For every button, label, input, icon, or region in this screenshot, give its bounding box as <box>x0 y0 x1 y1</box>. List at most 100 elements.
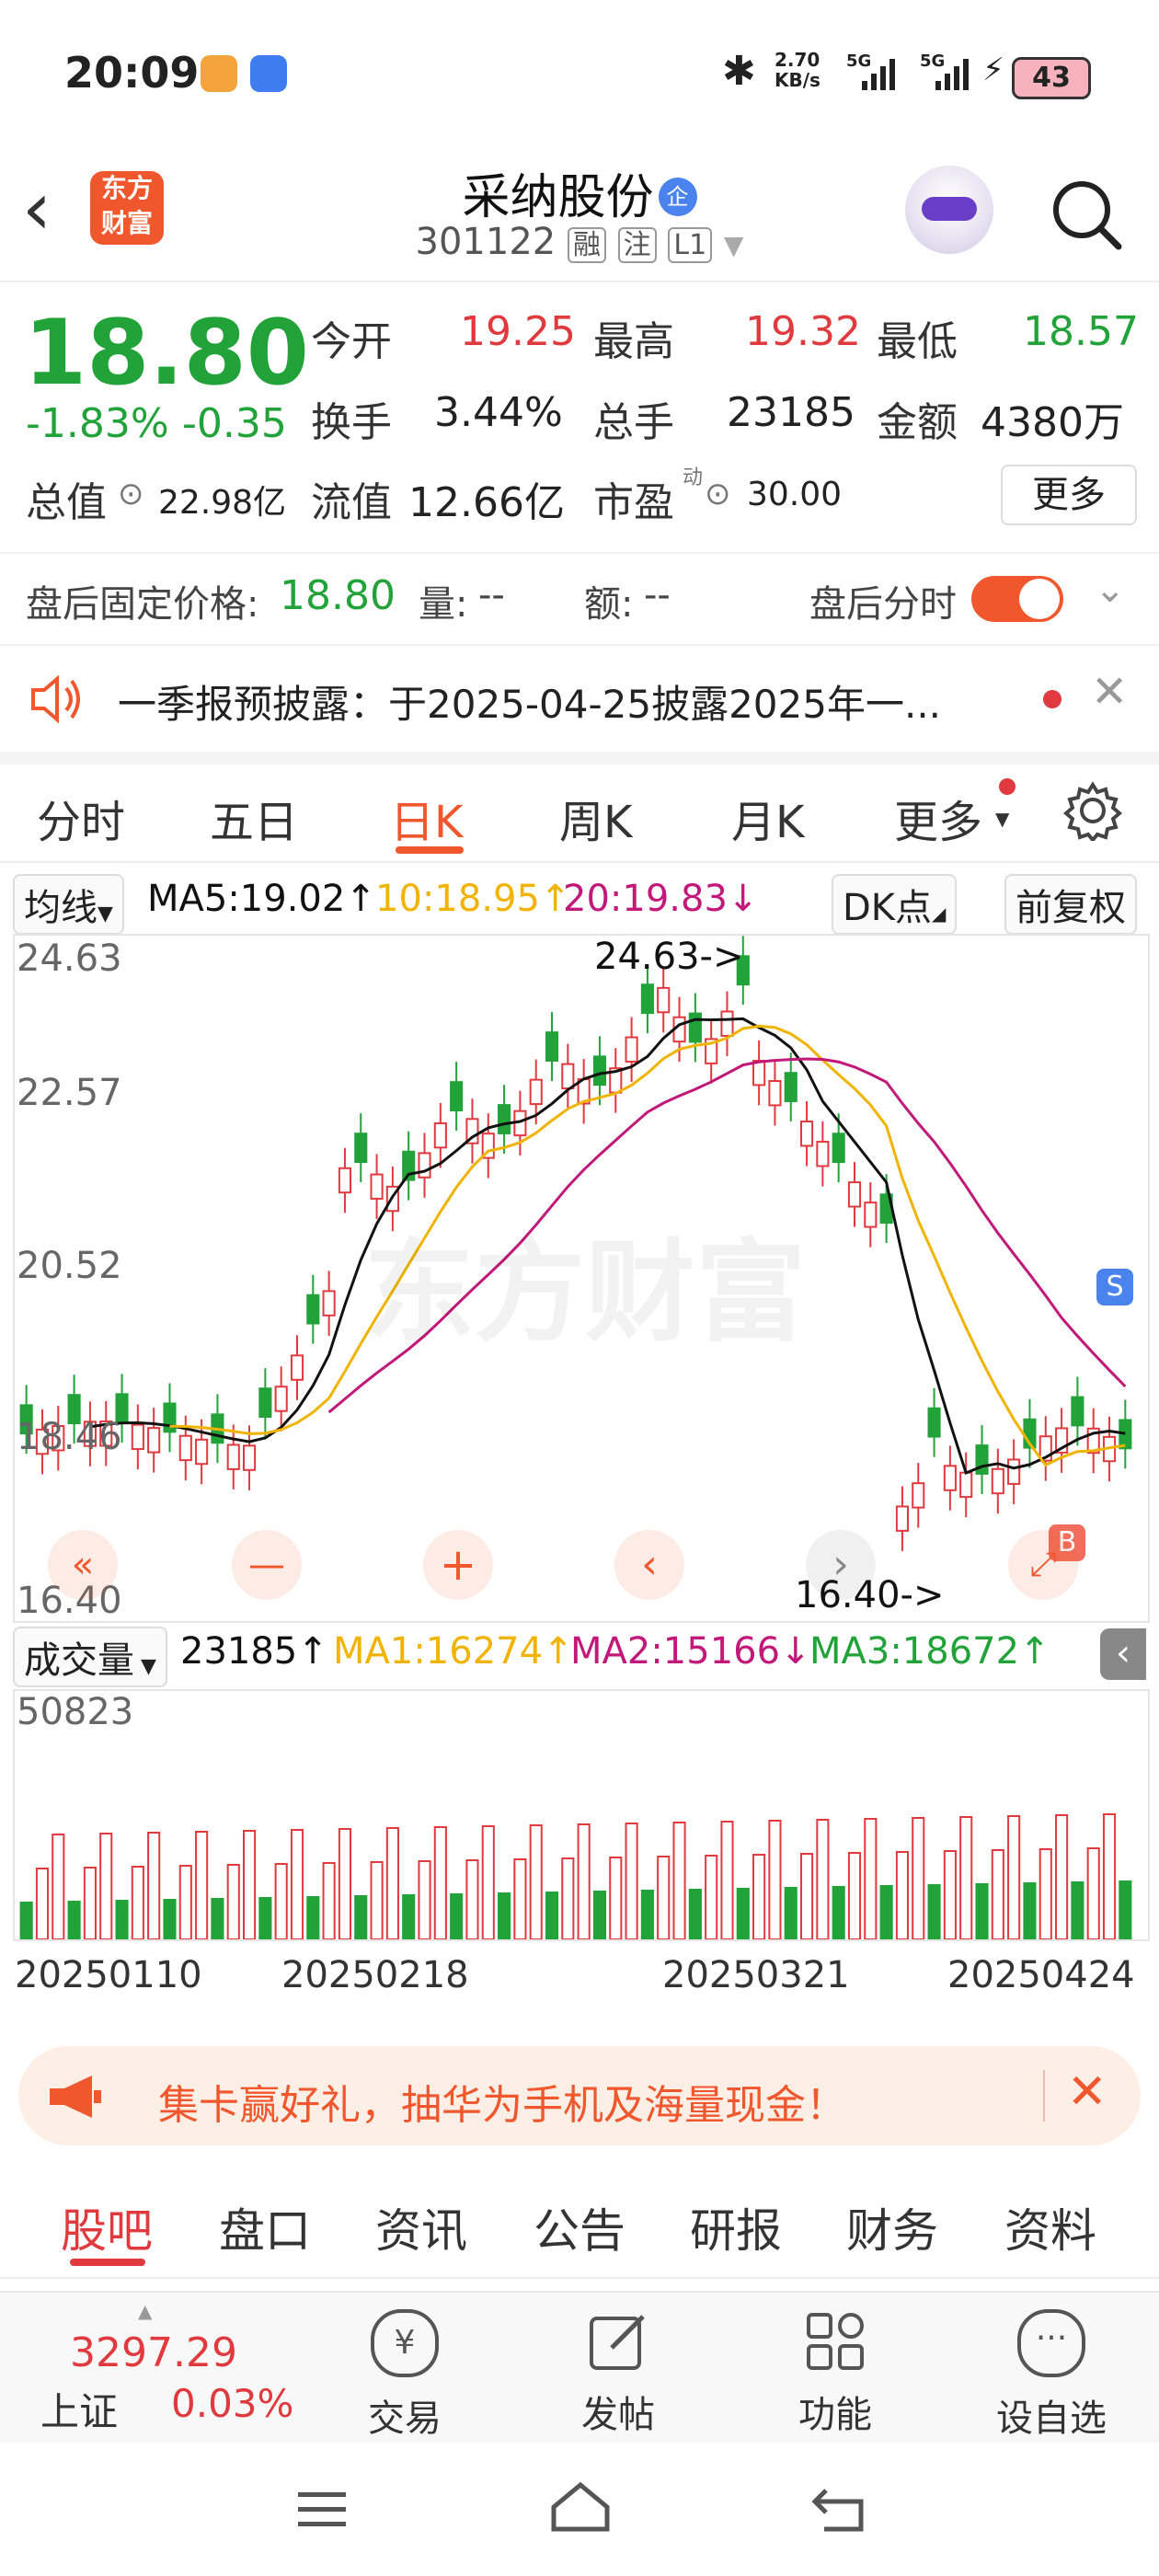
more-button[interactable]: 更多 <box>1001 465 1137 525</box>
tab-five-day[interactable]: 五日 <box>210 786 298 850</box>
y-label-2: 22.57 <box>17 1072 122 1114</box>
volume-bar <box>832 1886 845 1939</box>
tab-weekly-k[interactable]: 周K <box>559 786 632 850</box>
signal-app-icon <box>250 55 287 92</box>
change-amount: -0.35 <box>182 400 287 447</box>
date-label-4: 20250424 <box>947 1954 1135 1996</box>
volume-bar <box>1007 1815 1021 1939</box>
volume-bar <box>864 1818 878 1939</box>
volume-bar <box>226 1864 240 1939</box>
sell-signal-badge[interactable]: S <box>1096 1269 1133 1305</box>
indicator-selector[interactable]: 成交量 ▼ <box>13 1627 167 1687</box>
tab-announcements[interactable]: 公告 <box>534 2194 625 2260</box>
volume-bar <box>991 1849 1004 1939</box>
tab-forum[interactable]: 股吧 <box>61 2194 153 2260</box>
date-label-1: 20250110 <box>15 1954 202 1996</box>
content-sections: 股吧 盘口 资讯 公告 研报 财务 资料 <box>0 2167 1159 2279</box>
volume-bar <box>672 1822 686 1939</box>
candle-body <box>290 1354 304 1381</box>
post-button[interactable]: 发帖 <box>563 2309 673 2438</box>
tab-daily-k[interactable]: 日K <box>390 786 463 850</box>
fullscreen-button[interactable]: ⤢ <box>1008 1530 1078 1600</box>
watermark: 东方财富 <box>364 1229 806 1357</box>
chevron-down-icon[interactable]: ▼ <box>724 230 744 260</box>
notice-bar[interactable]: 一季报预披露：于2025-04-25披露2025年一... ✕ <box>0 644 1159 765</box>
pe-info-icon[interactable]: ⊙ <box>705 476 731 512</box>
after-hours-amt-label: 额: <box>584 583 634 626</box>
candle-body <box>752 1059 766 1087</box>
tab-research[interactable]: 研报 <box>690 2194 782 2260</box>
zoom-out-far-button[interactable]: « <box>48 1530 118 1600</box>
change-percent: -1.83% <box>26 400 169 447</box>
after-hours-toggle-label: 盘后分时 <box>809 583 957 626</box>
back-nav-icon[interactable] <box>809 2483 868 2535</box>
menu-icon[interactable] <box>294 2487 350 2533</box>
after-hours-toggle[interactable] <box>971 576 1063 622</box>
search-icon[interactable] <box>1047 175 1126 254</box>
candle-body <box>943 1465 957 1491</box>
volume-bar <box>784 1887 798 1939</box>
index-change: 0.03% <box>171 2381 294 2426</box>
home-icon[interactable] <box>548 2479 613 2535</box>
chevron-down-icon[interactable]: ⌄ <box>1095 569 1126 611</box>
volume-bar <box>1102 1813 1117 1939</box>
zoom-out-button[interactable]: — <box>232 1530 302 1600</box>
volume-bar <box>83 1867 97 1939</box>
add-watchlist-button[interactable]: ··· 设自选 <box>982 2309 1120 2440</box>
candle-body <box>1071 1396 1084 1427</box>
gear-icon[interactable] <box>1062 780 1123 841</box>
candle-body <box>832 1133 845 1164</box>
quote-panel: 18.80 -1.83% -0.35 今开 19.25 最高 19.32 最低 … <box>0 281 1159 538</box>
ma10-value: 10:18.95↑ <box>375 878 571 920</box>
scroll-left-button[interactable]: ‹ <box>614 1530 684 1600</box>
kline-chart[interactable]: 24.63 22.57 20.52 18.46 16.40 24.63-> 16… <box>13 934 1150 1623</box>
functions-button[interactable]: 功能 <box>780 2309 890 2438</box>
tab-monthly-k[interactable]: 月K <box>731 786 804 850</box>
close-icon[interactable]: ✕ <box>1091 666 1128 718</box>
app-notification-icon <box>201 55 237 92</box>
candle-body <box>847 1181 862 1208</box>
volume-svg <box>19 1813 1132 1939</box>
candle-body <box>370 1173 384 1200</box>
ma-selector[interactable]: 均线▼ <box>13 874 124 935</box>
trade-button[interactable]: ¥ 交易 <box>350 2309 460 2440</box>
volume-bar <box>625 1823 638 1939</box>
tab-order-book[interactable]: 盘口 <box>219 2194 311 2260</box>
candle-body <box>131 1423 144 1451</box>
volume-bar <box>19 1902 33 1939</box>
collapse-panel-button[interactable]: ‹ <box>1100 1628 1146 1680</box>
candle-body <box>864 1202 878 1228</box>
scroll-right-button[interactable]: › <box>806 1530 876 1600</box>
unread-dot <box>1043 690 1061 708</box>
ma-legend-row: 均线▼ MA5:19.02↑ 10:18.95↑ 20:19.83↓ DK点◢ … <box>0 868 1159 935</box>
volume-chart[interactable]: 50823 <box>13 1689 1150 1941</box>
index-ticker[interactable]: 3297.29 上证 0.03% <box>0 2293 304 2444</box>
stock-header: ‹ 东方 财富 采纳股份 企 301122 融 注 L1 ▼ <box>0 147 1159 282</box>
candle-body <box>895 1505 910 1532</box>
tab-financials[interactable]: 财务 <box>846 2194 938 2260</box>
candle-body <box>799 1121 814 1147</box>
adjust-mode-button[interactable]: 前复权 <box>1004 874 1137 935</box>
promo-banner[interactable]: 集卡赢好礼，抽华为手机及海量现金！ ✕ <box>18 2046 1141 2145</box>
megaphone-icon <box>50 2076 101 2118</box>
after-hours-amt: -- <box>644 574 671 616</box>
close-icon[interactable]: ✕ <box>1067 2064 1107 2120</box>
y-label-3: 20.52 <box>17 1245 122 1287</box>
robot-assistant-avatar[interactable] <box>905 166 993 254</box>
candle-body <box>640 983 654 1015</box>
stock-name: 采纳股份 <box>462 170 654 225</box>
tab-more[interactable]: 更多 <box>894 786 982 850</box>
zoom-in-button[interactable]: + <box>423 1530 493 1600</box>
battery-indicator: 43 <box>1012 57 1091 99</box>
info-icon[interactable]: ⊙ <box>118 476 144 512</box>
tab-profile[interactable]: 资料 <box>1004 2194 1096 2260</box>
tab-intraday[interactable]: 分时 <box>37 786 125 850</box>
volume-bar <box>847 1852 862 1939</box>
tab-news[interactable]: 资讯 <box>375 2194 467 2260</box>
low-label: 最低 <box>877 318 958 365</box>
active-tab-indicator <box>396 846 464 854</box>
dk-point-button[interactable]: DK点◢ <box>832 874 958 935</box>
more-dots-icon: ··· <box>1017 2309 1085 2377</box>
ma5-value: MA5:19.02↑ <box>147 878 376 920</box>
system-nav-bar <box>0 2443 1159 2576</box>
